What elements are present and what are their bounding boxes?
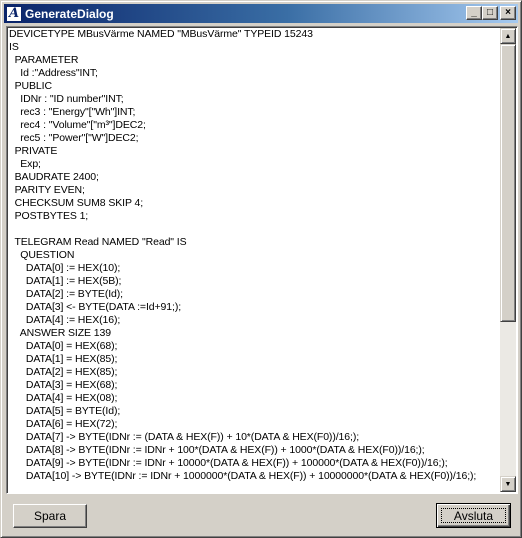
code-line: DATA[4] = HEX(08); [9,392,118,404]
vertical-scrollbar[interactable]: ▲ ▼ [500,28,516,492]
code-line: Exp; [9,158,41,170]
code-line: DATA[8] -> BYTE(IDNr := IDNr + 100*(DATA… [9,444,425,456]
code-line: DATA[7] -> BYTE(IDNr := (DATA & HEX(F)) … [9,431,360,443]
app-icon: A [6,5,22,22]
code-line: BAUDRATE 2400; [9,171,99,183]
code-line: DATA[1] = HEX(85); [9,353,118,365]
code-line: TELEGRAM Read NAMED "Read" IS [9,236,187,248]
save-button[interactable]: Spara [13,504,87,528]
exit-button-label: Avsluta [453,508,494,523]
code-line: IS [9,41,19,53]
generate-dialog-window: A GenerateDialog _ □ × DEVICETYPE MBusVä… [0,0,522,538]
code-line: ANSWER SIZE 139 [9,327,111,339]
code-line: POSTBYTES 1; [9,210,89,222]
minimize-button[interactable]: _ [466,6,482,20]
code-line: PARITY EVEN; [9,184,85,196]
code-line: DATA[4] := HEX(16); [9,314,121,326]
code-content[interactable]: DEVICETYPE MBusVärme NAMED "MBusVärme" T… [9,28,499,493]
code-line: DATA[3] <- BYTE(DATA :=Id+91;); [9,301,182,313]
exit-button[interactable]: Avsluta [436,503,511,528]
code-line: Id :"Address"INT; [9,67,98,79]
code-line: DATA[1] := HEX(5B); [9,275,122,287]
code-line: CHECKSUM SUM8 SKIP 4; [9,197,144,209]
code-line: rec5 : "Power"["W"]DEC2; [9,132,139,144]
window-title: GenerateDialog [25,6,114,21]
code-line: DATA[5] = BYTE(Id); [9,405,121,417]
code-line: DATA[10] -> BYTE(IDNr := IDNr + 1000000*… [9,470,477,482]
code-line: rec3 : "Energy"["Wh"]INT; [9,106,136,118]
code-line: rec4 : "Volume"["m³"]DEC2; [9,119,146,131]
code-line: PRIVATE [9,145,58,157]
code-line: DATA[2] = HEX(85); [9,366,118,378]
scroll-down-icon[interactable]: ▼ [500,476,516,492]
close-button[interactable]: × [500,6,516,20]
code-line: DEVICETYPE MBusVärme NAMED "MBusVärme" T… [9,28,313,40]
code-line: DATA[0] = HEX(68); [9,340,118,352]
code-line: DATA[3] = HEX(68); [9,379,118,391]
code-line: QUESTION [9,249,75,261]
code-text-area[interactable]: DEVICETYPE MBusVärme NAMED "MBusVärme" T… [6,26,518,494]
code-line: DATA[6] = HEX(72); [9,418,118,430]
code-line: DATA[0] := HEX(10); [9,262,121,274]
scroll-up-icon[interactable]: ▲ [500,28,516,44]
title-bar-controls: _ □ × [466,6,516,20]
code-line: PARAMETER [9,54,79,66]
scrollbar-thumb[interactable] [500,44,516,322]
code-line: DATA[2] := BYTE(Id); [9,288,123,300]
code-line: IDNr : "ID number"INT; [9,93,124,105]
title-bar[interactable]: A GenerateDialog _ □ × [4,4,518,23]
code-line: PUBLIC [9,80,52,92]
code-line: DATA[9] -> BYTE(IDNr := IDNr + 10000*(DA… [9,457,448,469]
maximize-button[interactable]: □ [482,6,498,20]
